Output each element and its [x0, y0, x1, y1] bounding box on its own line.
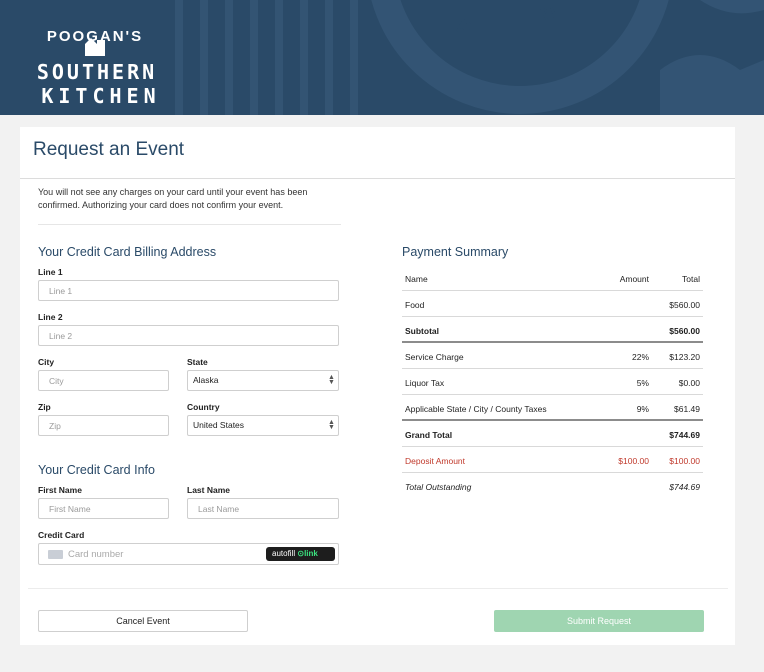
zip-input[interactable]: [38, 415, 169, 436]
select-arrows-icon: ▲ ▼: [328, 374, 335, 386]
row-total: $560.00: [669, 300, 700, 310]
table-row: Applicable State / City / County Taxes 9…: [402, 395, 703, 421]
state-label: State: [187, 357, 208, 367]
billing-address-title: Your Credit Card Billing Address: [38, 245, 217, 259]
first-name-input[interactable]: [38, 498, 169, 519]
select-arrows-icon: ▲ ▼: [328, 419, 335, 431]
city-input[interactable]: [38, 370, 169, 391]
row-amount: 22%: [631, 352, 649, 362]
payment-summary-table: Name Amount Total Food $560.00 Subtotal …: [402, 265, 703, 499]
divider: [20, 178, 735, 179]
svg-text:P: P: [453, 15, 476, 41]
table-row: Liquor Tax 5% $0.00: [402, 369, 703, 395]
line2-label: Line 2: [38, 312, 63, 322]
line1-input[interactable]: [38, 280, 339, 301]
state-select[interactable]: Alaska ▲ ▼: [187, 370, 339, 391]
credit-card-label: Credit Card: [38, 530, 85, 540]
row-total: $744.69: [669, 482, 700, 492]
divider: [28, 588, 728, 589]
first-name-label: First Name: [38, 485, 82, 495]
row-total: $744.69: [669, 430, 700, 440]
building-icon: [85, 38, 105, 56]
authorization-notice: You will not see any charges on your car…: [38, 187, 308, 210]
page-title: Request an Event: [33, 139, 185, 160]
table-row: Grand Total $744.69: [402, 421, 703, 447]
credit-card-icon: [48, 550, 63, 559]
row-name: Total Outstanding: [405, 482, 472, 492]
event-form-card: Request an Event You will not see any ch…: [20, 127, 735, 645]
card-number-input[interactable]: Card number autofill ⊙link: [38, 543, 339, 565]
row-name: Service Charge: [405, 352, 464, 362]
header-banner: P N POOGAN'S SOUTHERN KITCHEN: [0, 0, 764, 115]
line1-label: Line 1: [38, 267, 63, 277]
row-name: Food: [405, 300, 425, 310]
row-total: $100.00: [669, 456, 700, 466]
divider: [38, 224, 341, 225]
autofill-link-button[interactable]: autofill ⊙link: [266, 547, 335, 561]
row-name: Subtotal: [405, 326, 439, 336]
zip-label: Zip: [38, 402, 51, 412]
row-amount: 5%: [636, 378, 649, 388]
line2-input[interactable]: [38, 325, 339, 346]
svg-text:N: N: [538, 0, 560, 26]
row-amount: $100.00: [618, 456, 649, 466]
row-total: $61.49: [674, 404, 700, 414]
link-label: link: [304, 549, 318, 558]
column-header-total: Total: [682, 274, 700, 284]
column-header-amount: Amount: [619, 274, 649, 284]
table-row: Subtotal $560.00: [402, 317, 703, 343]
table-row: Deposit Amount $100.00 $100.00: [402, 447, 703, 473]
submit-request-button[interactable]: Submit Request: [494, 610, 704, 632]
table-row: Food $560.00: [402, 291, 703, 317]
row-name: Applicable State / City / County Taxes: [405, 404, 547, 414]
row-total: $123.20: [669, 352, 700, 362]
cancel-event-button[interactable]: Cancel Event: [38, 610, 248, 632]
logo-text-mid: SOUTHERN: [36, 60, 158, 84]
table-row: Total Outstanding $744.69: [402, 473, 703, 499]
payment-summary-title: Payment Summary: [402, 245, 509, 259]
last-name-input[interactable]: [187, 498, 339, 519]
table-row: Service Charge 22% $123.20: [402, 343, 703, 369]
row-name: Grand Total: [405, 430, 453, 440]
column-header-name: Name: [405, 274, 428, 284]
country-select[interactable]: United States ▲ ▼: [187, 415, 339, 436]
row-name: Deposit Amount: [405, 456, 466, 466]
card-info-title: Your Credit Card Info: [38, 463, 155, 477]
country-selected-value: United States: [193, 420, 245, 430]
state-selected-value: Alaska: [193, 375, 219, 385]
country-label: Country: [187, 402, 220, 412]
row-total: $0.00: [678, 378, 700, 388]
card-number-placeholder: Card number: [68, 549, 124, 560]
city-label: City: [38, 357, 55, 367]
table-header: Name Amount Total: [402, 265, 703, 291]
last-name-label: Last Name: [187, 485, 230, 495]
row-amount: 9%: [636, 404, 649, 414]
autofill-label: autofill: [272, 549, 296, 558]
logo-text-bot: KITCHEN: [41, 84, 161, 108]
row-total: $560.00: [669, 326, 700, 336]
row-name: Liquor Tax: [405, 378, 445, 388]
brand-logo: POOGAN'S SOUTHERN KITCHEN: [30, 8, 160, 108]
